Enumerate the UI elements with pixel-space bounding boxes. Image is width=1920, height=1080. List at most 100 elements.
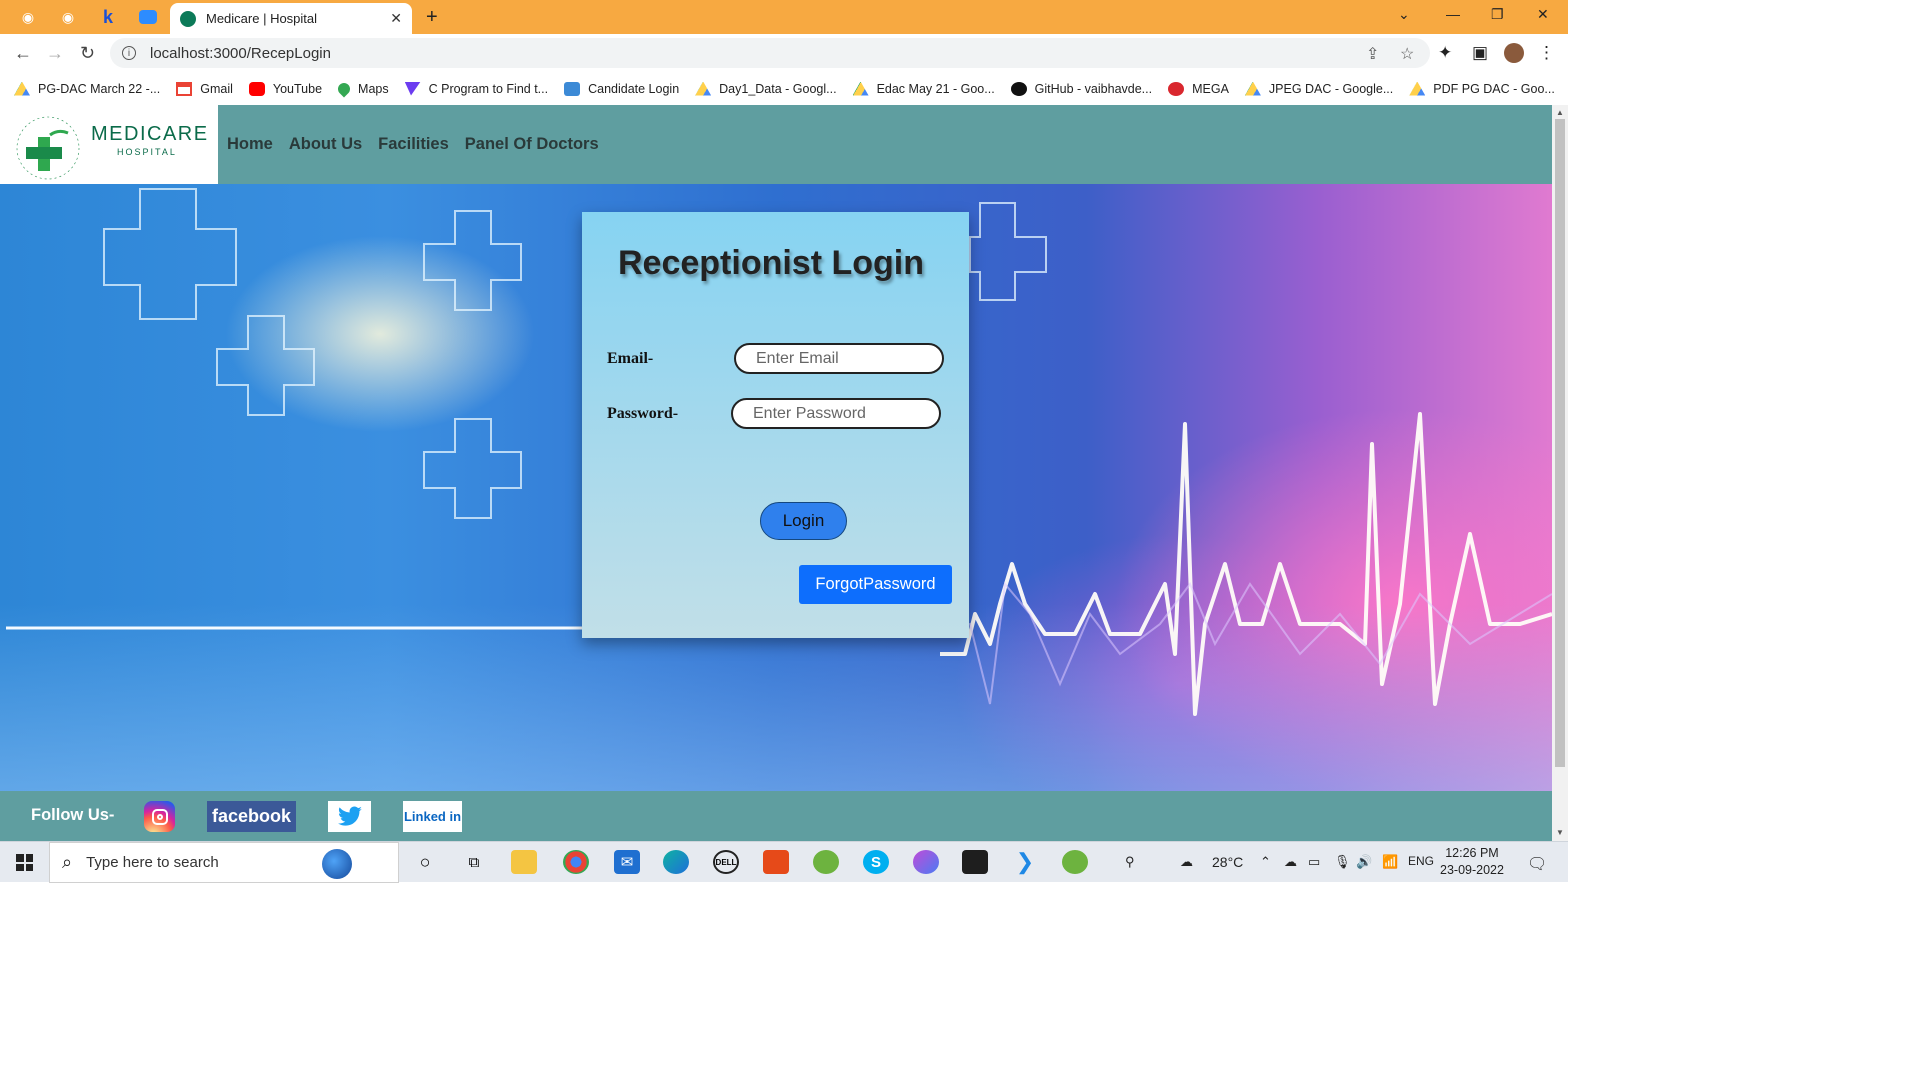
mail-icon[interactable]: ✉ [614, 850, 640, 874]
bookmark-item[interactable]: PDF PG DAC - Goo... [1409, 81, 1555, 96]
page-scrollbar[interactable]: ▲ ▼ [1552, 105, 1568, 841]
edge-icon[interactable] [663, 850, 689, 874]
close-tab-icon[interactable]: ✕ [390, 10, 402, 27]
taskbar-clock[interactable]: 12:26 PM 23-09-2022 [1440, 845, 1504, 879]
minimize-icon[interactable]: — [1446, 6, 1460, 22]
people-icon[interactable]: ⚲ [1125, 854, 1135, 870]
drive-icon [852, 81, 869, 96]
login-button[interactable]: Login [760, 502, 847, 540]
extensions-icon[interactable]: ✦ [1438, 43, 1452, 63]
bookmark-item[interactable]: Candidate Login [564, 81, 679, 96]
vscode-icon[interactable]: ❯ [1012, 849, 1038, 874]
drive-icon [1409, 81, 1426, 96]
scroll-up-arrow-icon[interactable]: ▲ [1556, 108, 1564, 117]
battery-icon[interactable]: ▭ [1308, 854, 1320, 870]
tab-title: Medicare | Hospital [206, 11, 318, 26]
prog-icon [404, 81, 421, 96]
share-icon[interactable]: ⇪ [1366, 44, 1379, 64]
login-heading: Receptionist Login [618, 244, 924, 282]
bookmark-label: PG-DAC March 22 -... [38, 81, 161, 96]
cand-icon [564, 81, 581, 96]
bookmark-item[interactable]: C Program to Find t... [404, 81, 548, 96]
nav-home-link[interactable]: Home [227, 135, 273, 154]
instagram-icon[interactable] [144, 801, 175, 832]
menu-kebab-icon[interactable]: ⋮ [1538, 43, 1555, 63]
spring-tool-2-icon[interactable] [1062, 850, 1088, 874]
tray-overflow-icon[interactable]: ⌃ [1260, 854, 1271, 870]
wifi-icon[interactable]: 📶 [1382, 854, 1398, 870]
language-indicator[interactable]: ENG [1408, 854, 1434, 868]
site-navbar: MEDICARE HOSPITAL Home About Us Faciliti… [0, 105, 1552, 184]
clock-time: 12:26 PM [1445, 846, 1499, 860]
task-view-icon[interactable]: ⧉ [461, 850, 487, 874]
nav-facilities-link[interactable]: Facilities [378, 135, 449, 154]
search-icon: ⌕ [62, 852, 73, 872]
twitter-icon[interactable] [328, 801, 371, 832]
windows-start-icon[interactable] [16, 854, 33, 871]
bookmark-item[interactable]: GitHub - vaibhavde... [1010, 81, 1152, 96]
site-info-icon[interactable]: i [122, 46, 136, 60]
bookmark-item[interactable]: MEGA [1168, 81, 1229, 96]
address-bar[interactable]: i localhost:3000/RecepLogin [110, 38, 1430, 68]
bookmark-star-icon[interactable]: ☆ [1400, 44, 1414, 64]
password-field[interactable] [731, 398, 941, 429]
site-nav-links: Home About Us Facilities Panel Of Doctor… [227, 135, 599, 154]
linkedin-icon[interactable]: Linked in [403, 801, 462, 832]
scroll-down-arrow-icon[interactable]: ▼ [1556, 828, 1564, 837]
bookmark-item[interactable]: Edac May 21 - Goo... [852, 81, 995, 96]
bookmark-item[interactable]: YouTube [248, 81, 322, 96]
chrome-icon[interactable]: ◉ [16, 6, 40, 28]
zoom-icon[interactable] [136, 6, 160, 28]
search-highlight-globe-icon [322, 849, 352, 879]
restore-icon[interactable]: ❐ [1491, 6, 1504, 23]
file-explorer-icon[interactable] [511, 850, 537, 874]
bookmark-item[interactable]: JPEG DAC - Google... [1244, 81, 1394, 96]
receptionist-login-card: Receptionist Login Email- Password- Logi… [582, 212, 969, 638]
k-letter-icon[interactable]: k [96, 6, 120, 28]
weather-cloud-icon[interactable]: ☁ [1180, 854, 1193, 870]
bookmark-item[interactable]: Gmail [176, 81, 233, 96]
bookmark-label: Day1_Data - Googl... [719, 81, 837, 96]
close-window-icon[interactable]: ✕ [1537, 6, 1549, 23]
chrome-profile-icon[interactable] [913, 850, 939, 874]
taskbar-search-box[interactable]: ⌕ Type here to search [49, 842, 399, 883]
forward-icon[interactable]: → [46, 43, 64, 64]
email-field[interactable] [734, 343, 944, 374]
logo-title: MEDICARE [91, 123, 209, 145]
onedrive-icon[interactable]: ☁ [1284, 854, 1297, 870]
bookmark-item[interactable]: Maps [335, 80, 389, 97]
office-icon[interactable] [763, 850, 789, 874]
skype-icon[interactable]: S [863, 850, 889, 874]
nav-doctors-link[interactable]: Panel Of Doctors [465, 135, 599, 154]
notifications-icon[interactable]: 🗨 [1527, 854, 1547, 874]
spring-tool-icon[interactable] [813, 850, 839, 874]
facebook-icon[interactable]: facebook [207, 801, 296, 832]
side-panel-icon[interactable]: ▣ [1472, 43, 1488, 63]
profile-avatar[interactable] [1504, 43, 1524, 63]
browser-toolbar: ← → ↻ i localhost:3000/RecepLogin ⇪ ☆ ✦ … [0, 34, 1568, 72]
bookmark-label: JPEG DAC - Google... [1268, 81, 1394, 96]
chrome-icon[interactable]: ◉ [56, 6, 80, 28]
gmail-icon [176, 81, 193, 96]
volume-icon[interactable]: 🔊 [1356, 854, 1372, 870]
forgot-password-button[interactable]: ForgotPassword [799, 565, 952, 604]
new-tab-button[interactable]: + [426, 6, 438, 29]
bookmark-item[interactable]: Day1_Data - Googl... [695, 81, 837, 96]
active-tab[interactable]: Medicare | Hospital ✕ [170, 3, 412, 34]
terminal-icon[interactable] [962, 850, 988, 874]
nav-about-link[interactable]: About Us [289, 135, 362, 154]
bookmark-item[interactable]: PG-DAC March 22 -... [14, 81, 161, 96]
chrome-taskbar-icon[interactable] [563, 850, 589, 874]
scrollbar-thumb[interactable] [1555, 119, 1565, 767]
cortana-icon[interactable]: ○ [412, 850, 438, 874]
mega-icon [1168, 81, 1185, 96]
reload-icon[interactable]: ↻ [80, 43, 95, 64]
drive-icon [14, 81, 30, 96]
dell-icon[interactable]: DELL [713, 850, 739, 874]
microphone-icon[interactable]: 🎙 [1334, 854, 1351, 870]
back-icon[interactable]: ← [14, 43, 32, 64]
hospital-logo[interactable]: MEDICARE HOSPITAL [0, 105, 218, 184]
weather-temperature[interactable]: 28°C [1212, 854, 1243, 870]
tab-search-icon[interactable]: ⌄ [1398, 6, 1410, 23]
follow-us-label: Follow Us- [31, 806, 115, 824]
